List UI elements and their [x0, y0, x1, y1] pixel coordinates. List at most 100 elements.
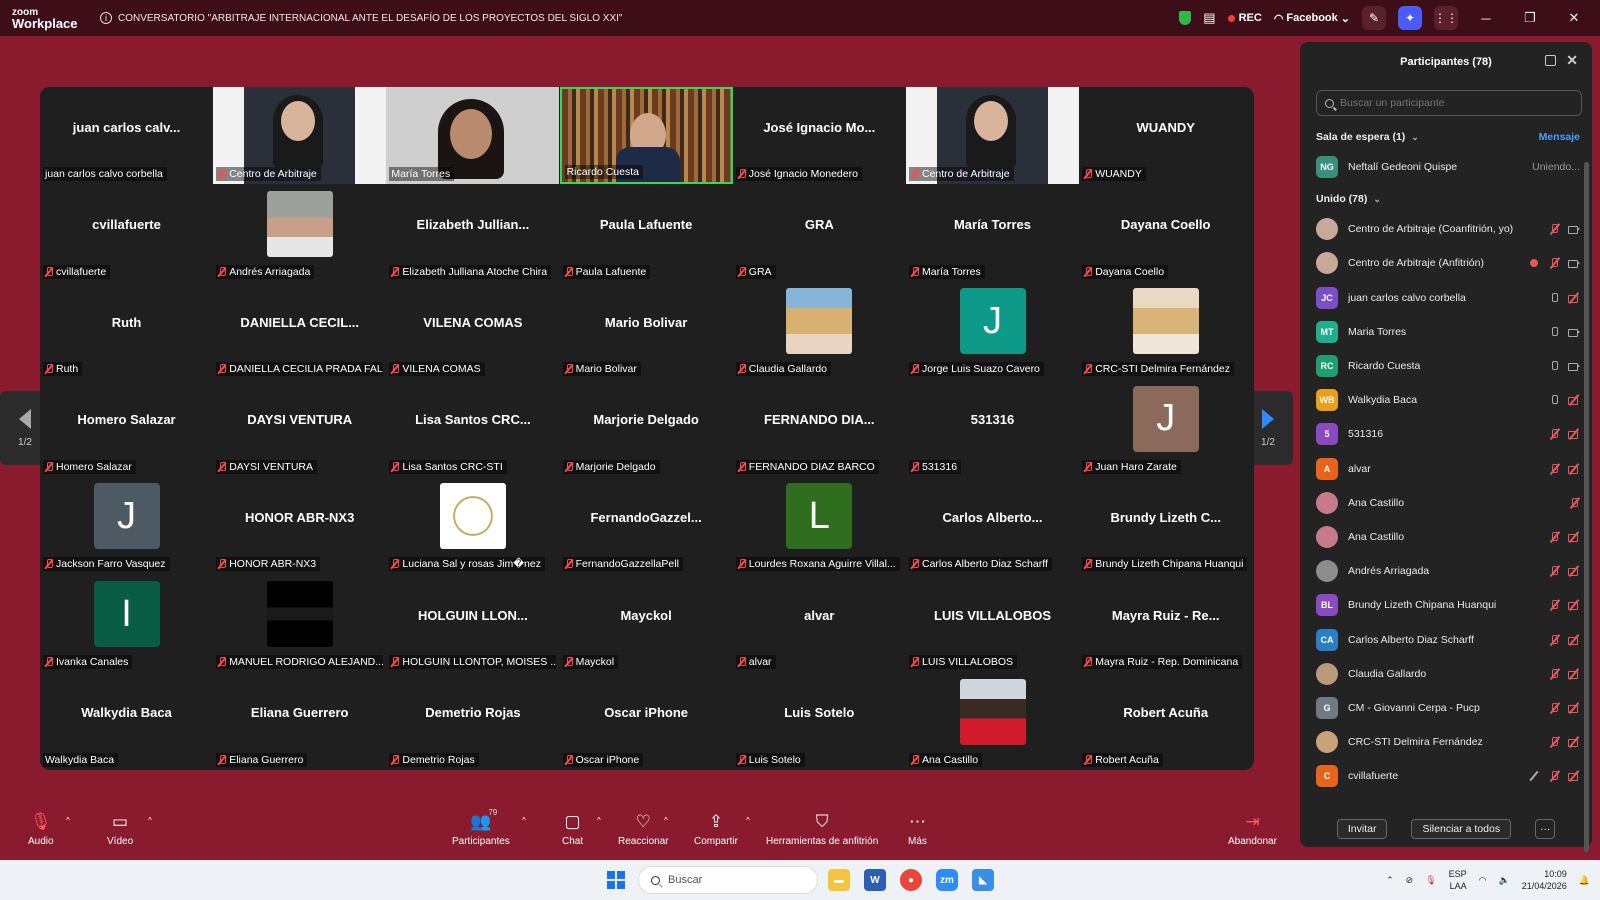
windows-start-icon[interactable] [607, 871, 625, 889]
security-shield-icon[interactable] [1179, 11, 1192, 25]
participant-tile[interactable]: Centro de Arbitraje [906, 87, 1079, 184]
participant-tile[interactable]: I Ivanka Canales [40, 575, 213, 672]
react-button[interactable]: ♡ Reaccionar [618, 810, 669, 847]
participant-tile[interactable]: DANIELLA CECIL... DANIELLA CECILIA PRADA … [213, 282, 387, 380]
ai-companion-icon[interactable]: ✦ [1398, 6, 1422, 30]
audio-button[interactable]: 🎙 Audio [28, 810, 54, 847]
video-options-caret[interactable]: ^ [148, 816, 152, 825]
participant-tile[interactable]: L Lourdes Roxana Aguirre Villal... [732, 477, 906, 575]
participant-tile[interactable]: MANUEL RODRIGO ALEJAND... [213, 575, 387, 672]
participants-button[interactable]: 👥 79 Participantes [452, 808, 510, 847]
participant-tile[interactable]: DAYSI VENTURA DAYSI VENTURA [213, 379, 387, 477]
participant-row[interactable]: BL Brundy Lizeth Chipana Huanqui [1300, 588, 1592, 622]
photos-icon[interactable]: ◣ [972, 869, 994, 891]
chat-button[interactable]: ▢ Chat [562, 810, 583, 847]
participant-row[interactable]: JC juan carlos calvo corbella [1300, 281, 1592, 315]
participant-tile[interactable]: WUANDY WUANDY [1079, 87, 1253, 184]
participant-tile[interactable]: cvillafuerte cvillafuerte [40, 184, 213, 282]
waiting-participant-row[interactable]: NG Neftalí Gedeoni Quispe Uniendo... [1300, 150, 1592, 184]
participant-tile[interactable]: María Torres María Torres [906, 184, 1079, 282]
audio-options-caret[interactable]: ^ [66, 816, 70, 825]
participant-row[interactable]: CA Carlos Alberto Diaz Scharff [1300, 622, 1592, 656]
video-button[interactable]: ▭ Vídeo [107, 810, 133, 847]
chrome-icon[interactable]: ● [900, 869, 922, 891]
participant-row[interactable]: Centro de Arbitraje (Coanfitrión, yo) [1300, 212, 1592, 246]
word-icon[interactable]: W [864, 869, 886, 891]
participant-tile[interactable]: Walkydia Baca Walkydia Baca [40, 672, 213, 770]
message-waiting-button[interactable]: Mensaje [1539, 131, 1580, 143]
restore-icon[interactable]: ❐ [1514, 10, 1546, 26]
participant-tile[interactable]: FERNANDO DIA... FERNANDO DIAZ BARCO [732, 379, 906, 477]
volume-icon[interactable]: 🔈 [1499, 875, 1510, 886]
participant-tile[interactable]: LUIS VILLALOBOS LUIS VILLALOBOS [906, 575, 1079, 672]
participant-search-input[interactable] [1340, 97, 1560, 109]
participants-options-caret[interactable]: ^ [522, 816, 526, 825]
participant-tile[interactable]: Luis Sotelo Luis Sotelo [732, 672, 906, 770]
participant-row[interactable]: Aalvar [1300, 452, 1592, 486]
participant-row[interactable]: MT Maria Torres [1300, 315, 1592, 349]
meeting-title[interactable]: i CONVERSATORIO "ARBITRAJE INTERNACIONAL… [100, 12, 622, 24]
participant-tile[interactable]: Ruth Ruth [40, 282, 213, 380]
participant-tile[interactable]: J Jorge Luis Suazo Cavero [906, 282, 1079, 380]
participant-tile[interactable]: Dayana Coello Dayana Coello [1079, 184, 1253, 282]
participant-tile[interactable]: juan carlos calv... juan carlos calvo cor… [40, 87, 213, 184]
participant-tile[interactable]: Andrés Arriagada [213, 184, 387, 282]
participant-tile[interactable]: Marjorie Delgado Marjorie Delgado [559, 379, 733, 477]
participant-tile[interactable]: Luciana Sal y rosas Jim�nez [386, 477, 560, 575]
waiting-room-header[interactable]: Sala de espera (1) ⌄ Mensaje [1300, 124, 1592, 150]
participant-tile[interactable]: Mayckol Mayckol [559, 575, 733, 672]
annotate-pen-icon[interactable]: ✎ [1362, 6, 1386, 30]
chat-options-caret[interactable]: ^ [597, 816, 601, 825]
invite-button[interactable]: Invitar [1336, 819, 1388, 839]
participant-tile[interactable]: Brundy Lizeth C... Brundy Lizeth Chipana … [1079, 477, 1253, 575]
participant-tile[interactable]: FernandoGazzel... FernandoGazzellaPell [559, 477, 733, 575]
share-options-caret[interactable]: ^ [746, 816, 750, 825]
participant-tile[interactable]: Eliana Guerrero Eliana Guerrero [213, 672, 387, 770]
apps-grid-icon[interactable]: ⋮⋮ [1434, 6, 1458, 30]
share-button[interactable]: ⇪ Compartir [694, 810, 738, 847]
info-icon[interactable]: i [100, 12, 112, 24]
participant-search[interactable] [1316, 90, 1582, 116]
participant-tile[interactable]: alvar alvar [732, 575, 906, 672]
notification-bell-icon[interactable]: 🔔 [1579, 875, 1590, 886]
language-indicator[interactable]: ESP LAA [1449, 868, 1467, 892]
participant-tile[interactable]: Mario Bolivar Mario Bolivar [559, 282, 733, 380]
participant-tile[interactable]: Carlos Alberto... Carlos Alberto Diaz Sch… [906, 477, 1079, 575]
participant-tile[interactable]: José Ignacio Mo... José Ignacio Monedero [732, 87, 906, 184]
participant-tile[interactable]: Elizabeth Jullian... Elizabeth Julliana A… [386, 184, 560, 282]
leave-button[interactable]: ⇥ Abandonar [1228, 810, 1277, 847]
close-icon[interactable]: ✕ [1558, 10, 1590, 26]
participant-tile[interactable]: HOLGUIN LLON... HOLGUIN LLONTOP, MOISES .… [386, 575, 560, 672]
participant-row[interactable]: Ana Castillo [1300, 520, 1592, 554]
panel-scrollbar[interactable] [1584, 162, 1589, 852]
participant-row[interactable]: RC Ricardo Cuesta [1300, 349, 1592, 383]
participant-tile[interactable]: GRA GRA [732, 184, 906, 282]
participant-tile[interactable]: Oscar iPhone Oscar iPhone [559, 672, 733, 770]
minimize-icon[interactable]: ─ [1470, 11, 1502, 26]
participant-tile[interactable]: Robert Acuña Robert Acuña [1079, 672, 1253, 770]
notes-icon[interactable]: ▤ [1203, 10, 1215, 26]
participant-tile[interactable]: J Juan Haro Zarate [1079, 379, 1253, 477]
tray-chevron-icon[interactable]: ⌃ [1386, 875, 1394, 886]
participant-tile[interactable]: 531316 531316 [906, 379, 1079, 477]
mute-all-button[interactable]: Silenciar a todos [1411, 819, 1512, 839]
clock[interactable]: 10:09 21/04/2026 [1522, 868, 1567, 892]
more-button[interactable]: ⋯ Más [908, 810, 927, 847]
react-options-caret[interactable]: ^ [664, 816, 668, 825]
participant-row[interactable]: 5 531316 [1300, 417, 1592, 451]
close-panel-icon[interactable]: ✕ [1566, 52, 1578, 69]
participant-row[interactable]: Centro de Arbitraje (Anfitrión) [1300, 246, 1592, 280]
joined-header[interactable]: Unido (78) ⌄ [1300, 186, 1592, 212]
file-explorer-icon[interactable]: ▬ [828, 869, 850, 891]
participant-tile[interactable]: Paula Lafuente Paula Lafuente [559, 184, 733, 282]
participant-tile[interactable]: Centro de Arbitraje [213, 87, 387, 184]
participant-tile[interactable]: Claudia Gallardo [732, 282, 906, 380]
participant-tile[interactable]: CRC-STI Delmira Fernández [1079, 282, 1253, 380]
participant-tile[interactable]: Ricardo Cuesta [559, 87, 733, 184]
participant-tile[interactable]: Mayra Ruiz - Re... Mayra Ruiz - Rep. Domi… [1079, 575, 1253, 672]
participant-row[interactable]: Andrés Arriagada [1300, 554, 1592, 588]
participant-row[interactable]: G CM - Giovanni Cerpa - Pucp [1300, 691, 1592, 725]
facebook-stream-button[interactable]: ◠ Facebook ⌄ [1274, 12, 1350, 25]
participant-tile[interactable]: Lisa Santos CRC... Lisa Santos CRC-STI [386, 379, 560, 477]
popout-icon[interactable] [1545, 55, 1556, 66]
